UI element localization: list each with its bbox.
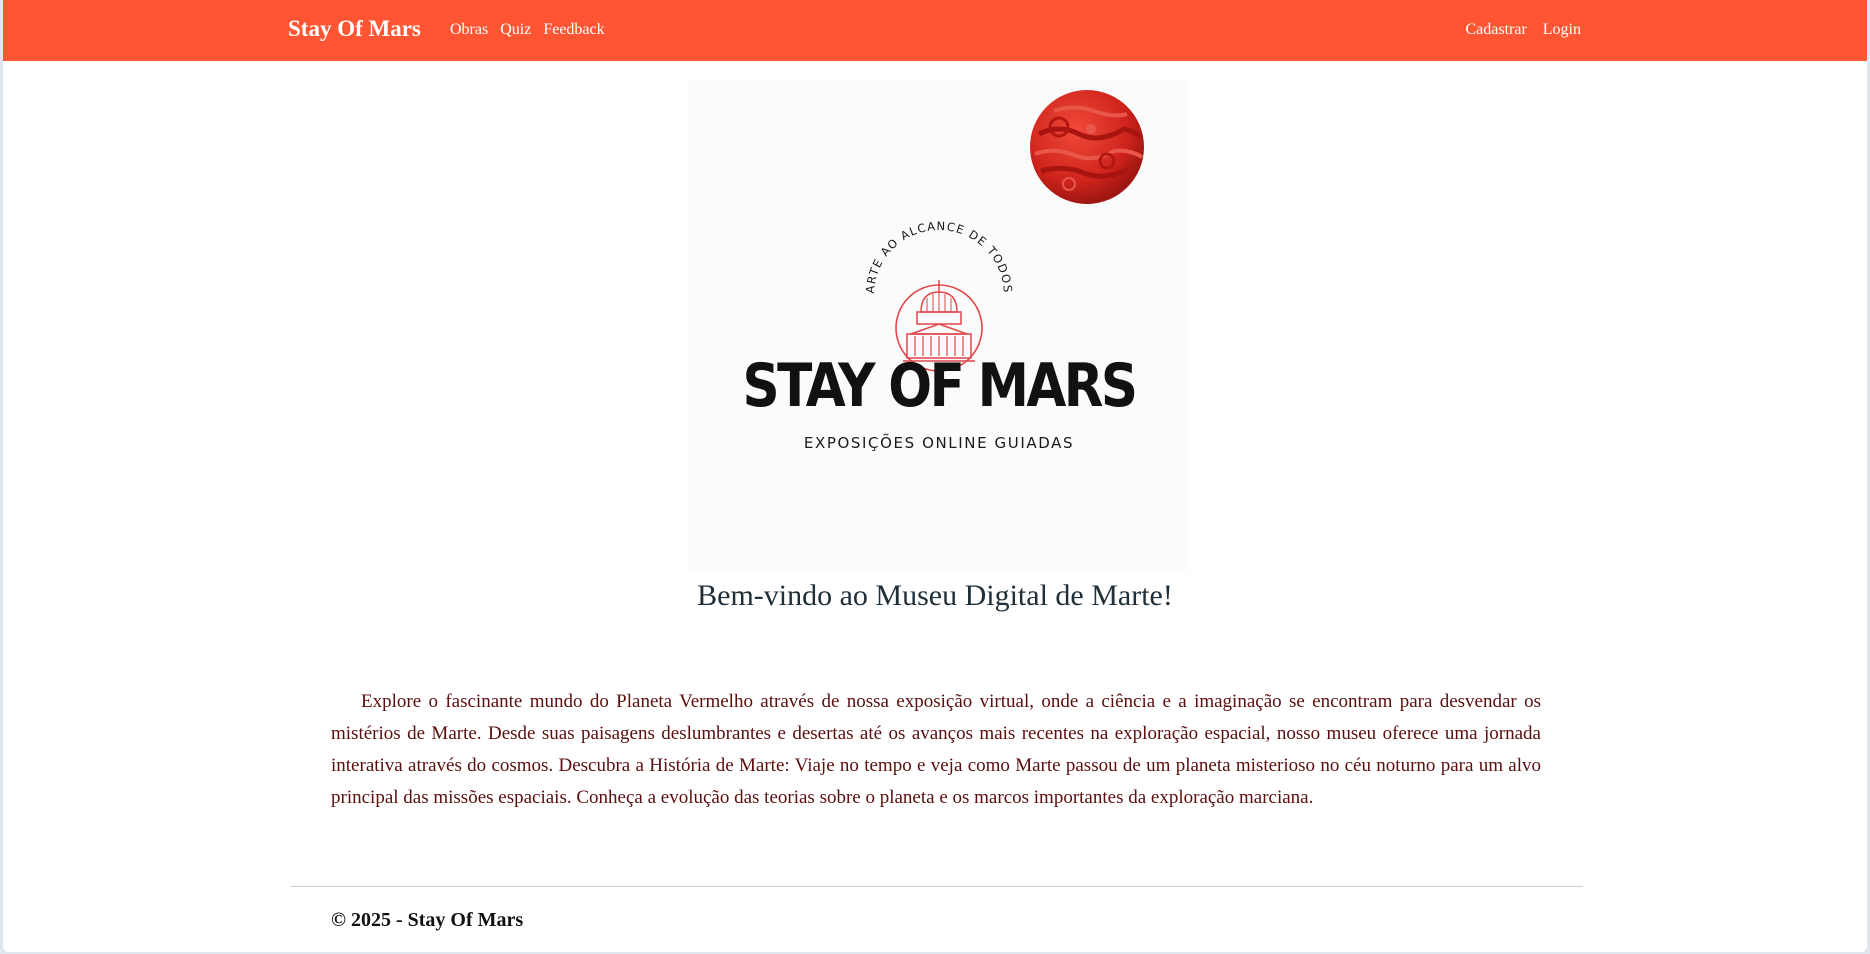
nav-links: Obras Quiz Feedback [450, 19, 617, 41]
hero-logo-image: ARTE AO ALCANCE DE TODOS STAY OF MARS EX… [689, 80, 1189, 570]
logo-title: STAY OF MARS [742, 351, 1139, 421]
nav-link-feedback[interactable]: Feedback [543, 19, 604, 41]
welcome-heading: Bem-vindo ao Museu Digital de Marte! [697, 579, 1173, 612]
navbar: Stay Of Mars Obras Quiz Feedback Cadastr… [3, 0, 1867, 61]
footer-copyright: © 2025 - Stay Of Mars [331, 909, 524, 931]
page-frame: Stay Of Mars Obras Quiz Feedback Cadastr… [3, 0, 1867, 952]
nav-link-obras[interactable]: Obras [450, 19, 488, 41]
logo-subtitle: EXPOSIÇÕES ONLINE GUIADAS [803, 434, 1075, 452]
cadastrar-link[interactable]: Cadastrar [1465, 19, 1526, 41]
login-link[interactable]: Login [1543, 19, 1581, 41]
nav-auth-links: Cadastrar Login [1449, 19, 1581, 41]
nav-link-quiz[interactable]: Quiz [500, 19, 531, 41]
intro-paragraph: Explore o fascinante mundo do Planeta Ve… [331, 691, 1541, 808]
brand-link[interactable]: Stay Of Mars [288, 14, 421, 44]
mars-planet-icon [1030, 90, 1144, 204]
footer-divider [291, 886, 1583, 887]
